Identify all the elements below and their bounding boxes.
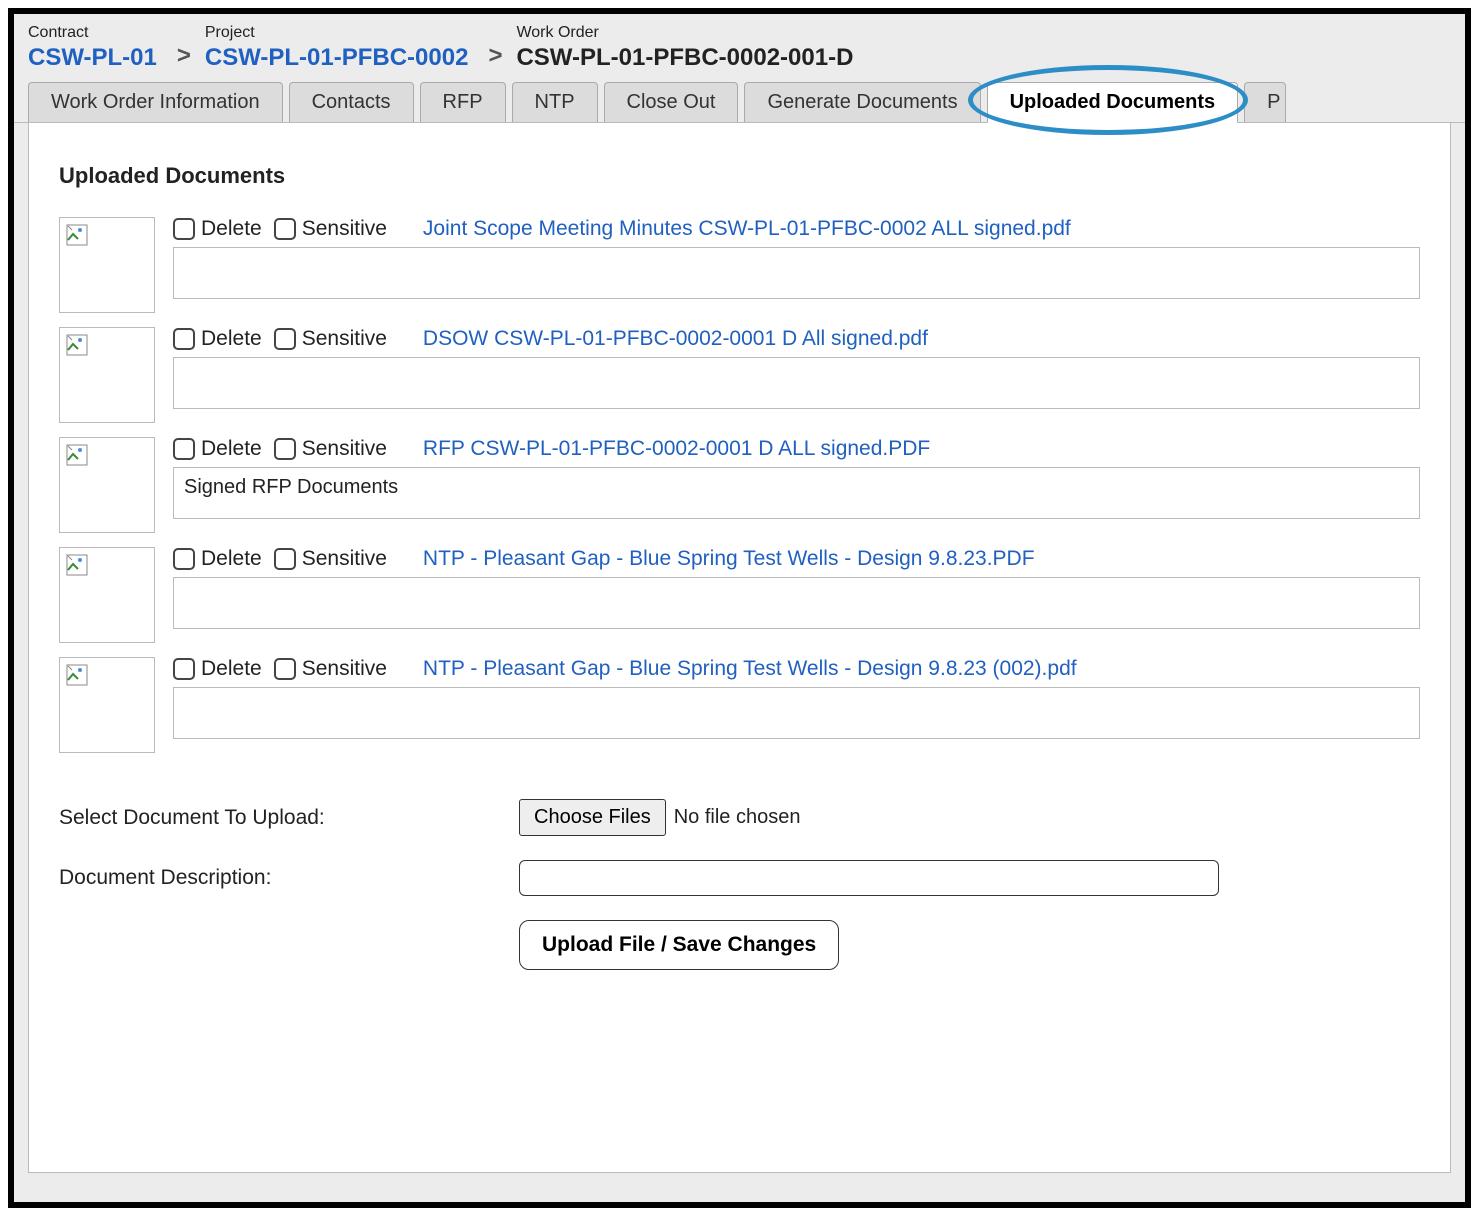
breadcrumb-contract-label: Contract [28, 24, 157, 42]
delete-label: Delete [201, 437, 262, 461]
broken-image-icon [66, 664, 88, 686]
document-controls: Delete Sensitive Joint Scope Meeting Minut… [173, 217, 1420, 241]
tab-bar: Work Order Information Contacts RFP NTP … [14, 82, 1465, 123]
document-body: Delete Sensitive Joint Scope Meeting Minut… [173, 217, 1420, 299]
breadcrumb-sep: > [167, 42, 201, 72]
document-description-box[interactable]: Signed RFP Documents [173, 467, 1420, 519]
breadcrumb: Contract CSW-PL-01 > Project CSW-PL-01-P… [14, 14, 1465, 78]
tab-next-partial[interactable]: P [1244, 82, 1285, 122]
choose-files-button[interactable]: Choose Files [519, 799, 666, 836]
document-row: Delete Sensitive Joint Scope Meeting Minut… [59, 217, 1420, 313]
select-document-label: Select Document To Upload: [59, 806, 519, 830]
document-body: Delete Sensitive RFP CSW-PL-01-PFBC-0002-0… [173, 437, 1420, 519]
sensitive-checkbox[interactable] [274, 328, 296, 350]
tab-uploaded-documents[interactable]: Uploaded Documents [987, 82, 1239, 123]
sensitive-label: Sensitive [302, 547, 387, 571]
delete-checkbox[interactable] [173, 438, 195, 460]
delete-label: Delete [201, 217, 262, 241]
document-description-box[interactable] [173, 577, 1420, 629]
document-row: Delete Sensitive RFP CSW-PL-01-PFBC-0002-0… [59, 437, 1420, 533]
document-description-box[interactable] [173, 247, 1420, 299]
document-thumbnail[interactable] [59, 547, 155, 643]
broken-image-icon [66, 554, 88, 576]
delete-checkbox[interactable] [173, 658, 195, 680]
document-controls: Delete Sensitive NTP - Pleasant Gap - Blue… [173, 657, 1420, 681]
document-filename-link[interactable]: Joint Scope Meeting Minutes CSW-PL-01-PF… [423, 217, 1071, 241]
document-body: Delete Sensitive NTP - Pleasant Gap - Blue… [173, 547, 1420, 629]
delete-label: Delete [201, 327, 262, 351]
upload-area: Select Document To Upload: Choose Files … [59, 799, 1420, 970]
sensitive-checkbox[interactable] [274, 658, 296, 680]
tab-contacts[interactable]: Contacts [289, 82, 414, 122]
breadcrumb-contract-link[interactable]: CSW-PL-01 [28, 44, 157, 72]
tab-ntp[interactable]: NTP [512, 82, 598, 122]
sensitive-checkbox[interactable] [274, 548, 296, 570]
upload-save-button[interactable]: Upload File / Save Changes [519, 920, 839, 970]
broken-image-icon [66, 224, 88, 246]
content-panel: Uploaded Documents Delete Sensitive Joint … [28, 123, 1451, 1173]
tab-uploaded-documents-label: Uploaded Documents [1010, 91, 1216, 113]
breadcrumb-project-label: Project [205, 24, 469, 42]
broken-image-icon [66, 444, 88, 466]
document-thumbnail[interactable] [59, 217, 155, 313]
document-controls: Delete Sensitive RFP CSW-PL-01-PFBC-0002-0… [173, 437, 1420, 461]
document-list: Delete Sensitive Joint Scope Meeting Minut… [59, 217, 1420, 753]
tab-generate-documents[interactable]: Generate Documents [744, 82, 980, 122]
section-title: Uploaded Documents [59, 163, 1420, 189]
document-row: Delete Sensitive NTP - Pleasant Gap - Blue… [59, 657, 1420, 753]
broken-image-icon [66, 334, 88, 356]
document-filename-link[interactable]: RFP CSW-PL-01-PFBC-0002-0001 D ALL signe… [423, 437, 930, 461]
document-controls: Delete Sensitive DSOW CSW-PL-01-PFBC-0002-… [173, 327, 1420, 351]
document-description-box[interactable] [173, 687, 1420, 739]
sensitive-label: Sensitive [302, 437, 387, 461]
sensitive-checkbox[interactable] [274, 438, 296, 460]
document-thumbnail[interactable] [59, 437, 155, 533]
tab-work-order-information[interactable]: Work Order Information [28, 82, 283, 122]
breadcrumb-project-link[interactable]: CSW-PL-01-PFBC-0002 [205, 44, 469, 72]
breadcrumb-sep: > [478, 42, 512, 72]
breadcrumb-workorder-label: Work Order [516, 24, 853, 42]
document-controls: Delete Sensitive NTP - Pleasant Gap - Blue… [173, 547, 1420, 571]
no-file-chosen-text: No file chosen [674, 806, 801, 829]
delete-checkbox[interactable] [173, 328, 195, 350]
tab-close-out[interactable]: Close Out [604, 82, 739, 122]
sensitive-checkbox[interactable] [274, 218, 296, 240]
document-body: Delete Sensitive DSOW CSW-PL-01-PFBC-0002-… [173, 327, 1420, 409]
document-filename-link[interactable]: NTP - Pleasant Gap - Blue Spring Test We… [423, 657, 1077, 681]
document-thumbnail[interactable] [59, 327, 155, 423]
sensitive-label: Sensitive [302, 217, 387, 241]
breadcrumb-workorder-value: CSW-PL-01-PFBC-0002-001-D [516, 44, 853, 72]
sensitive-label: Sensitive [302, 657, 387, 681]
app-frame: Contract CSW-PL-01 > Project CSW-PL-01-P… [8, 8, 1471, 1208]
document-filename-link[interactable]: NTP - Pleasant Gap - Blue Spring Test We… [423, 547, 1035, 571]
document-thumbnail[interactable] [59, 657, 155, 753]
document-description-input[interactable] [519, 860, 1219, 896]
document-body: Delete Sensitive NTP - Pleasant Gap - Blue… [173, 657, 1420, 739]
delete-label: Delete [201, 547, 262, 571]
document-filename-link[interactable]: DSOW CSW-PL-01-PFBC-0002-0001 D All sign… [423, 327, 928, 351]
sensitive-label: Sensitive [302, 327, 387, 351]
document-description-box[interactable] [173, 357, 1420, 409]
delete-checkbox[interactable] [173, 548, 195, 570]
document-row: Delete Sensitive NTP - Pleasant Gap - Blue… [59, 547, 1420, 643]
document-row: Delete Sensitive DSOW CSW-PL-01-PFBC-0002-… [59, 327, 1420, 423]
document-description-label: Document Description: [59, 866, 519, 890]
tab-rfp[interactable]: RFP [420, 82, 506, 122]
delete-label: Delete [201, 657, 262, 681]
delete-checkbox[interactable] [173, 218, 195, 240]
